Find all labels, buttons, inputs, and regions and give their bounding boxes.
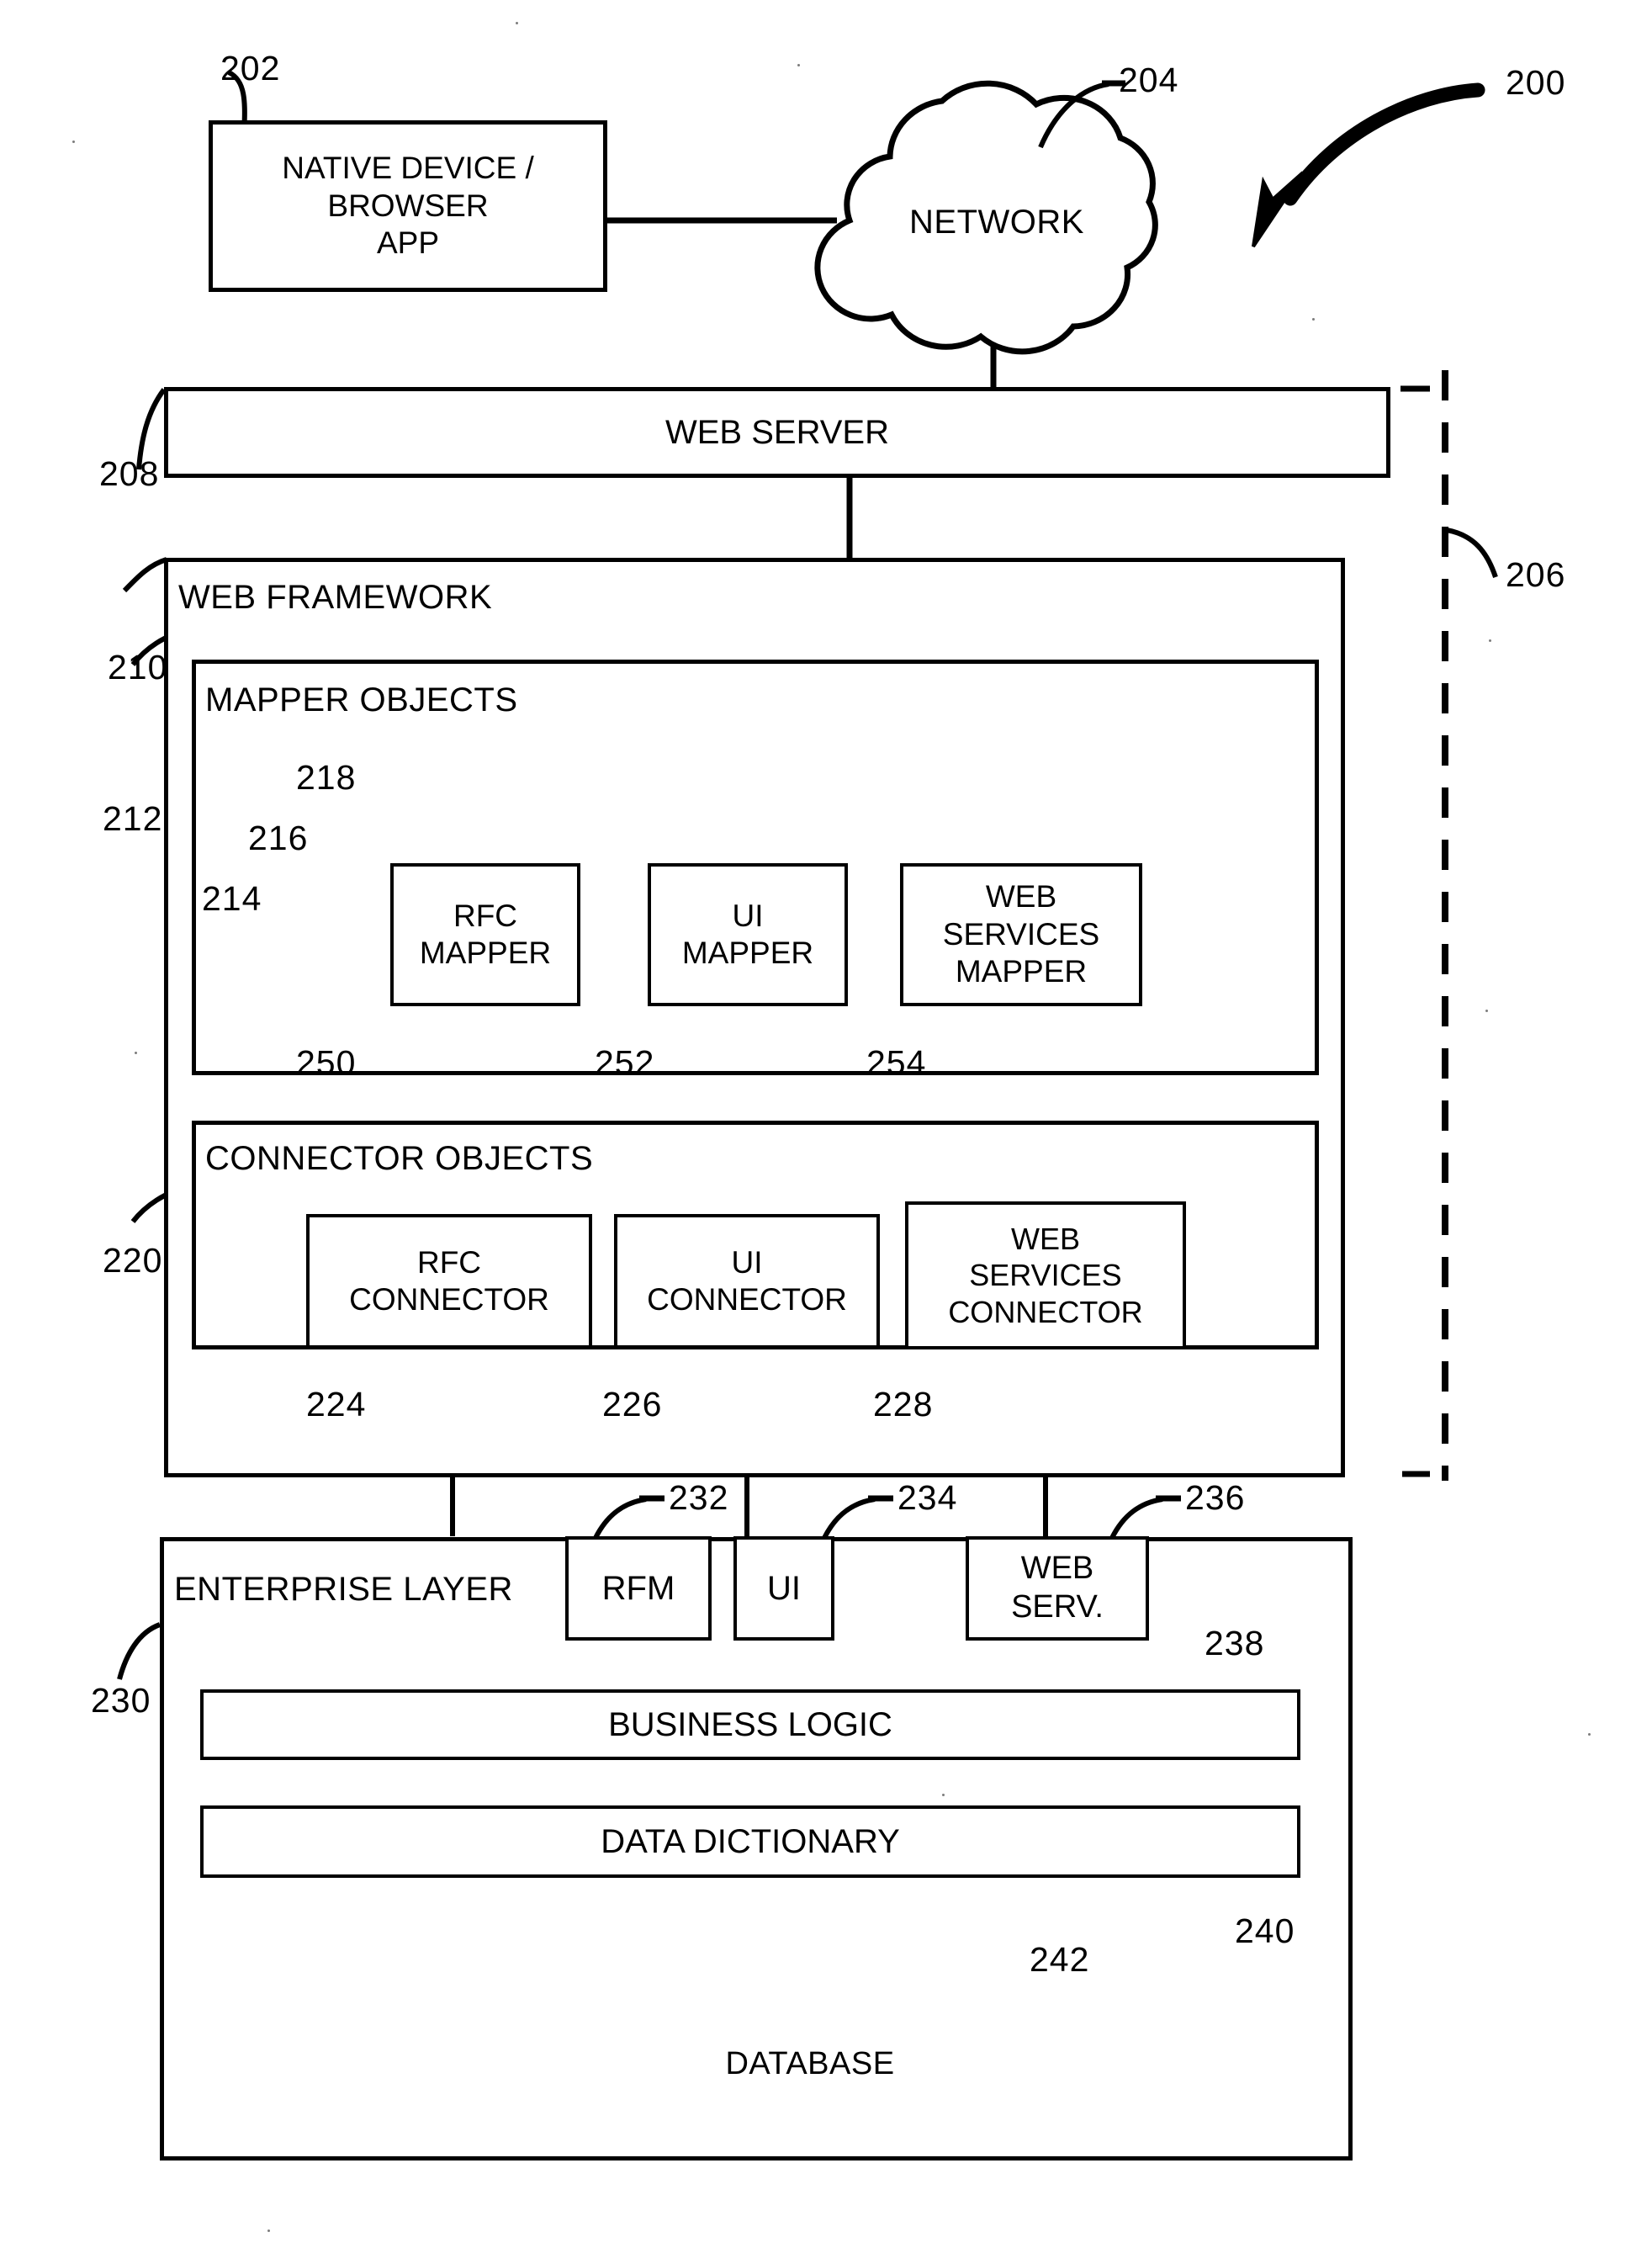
- ref-218: 218: [296, 758, 357, 797]
- ref-216: 216: [248, 819, 309, 857]
- web-server-label: WEB SERVER: [665, 414, 889, 451]
- web-services-connector-box: WEB SERVICES CONNECTOR: [905, 1201, 1186, 1349]
- ref-252: 252: [595, 1043, 655, 1082]
- leader-236: [1109, 1497, 1163, 1540]
- ref-208: 208: [99, 454, 160, 493]
- ui-connector-box: UI CONNECTOR: [614, 1214, 880, 1349]
- leader-234: [822, 1497, 876, 1540]
- ref-236: 236: [1185, 1478, 1246, 1517]
- leader-210: [122, 557, 167, 593]
- leader-206: [1446, 528, 1498, 578]
- rfm-label: RFM: [601, 1570, 675, 1607]
- ref-210: 210: [108, 648, 168, 687]
- rfc-connector-box: RFC CONNECTOR: [306, 1214, 592, 1349]
- ref-240: 240: [1235, 1911, 1295, 1950]
- web-framework-label: WEB FRAMEWORK: [178, 579, 493, 616]
- ref-200: 200: [1506, 63, 1566, 102]
- ref-238: 238: [1205, 1624, 1265, 1662]
- ref-228: 228: [873, 1385, 934, 1424]
- ref-206: 206: [1506, 555, 1566, 594]
- web-serv-label: WEB SERV.: [1011, 1551, 1104, 1625]
- ref-202: 202: [220, 49, 281, 87]
- figure-arrow-200: [1283, 82, 1485, 206]
- network-label: NETWORK: [909, 204, 1084, 241]
- ref-250: 250: [296, 1043, 357, 1082]
- ui-box: UI: [733, 1536, 834, 1641]
- ref-204: 204: [1119, 61, 1179, 99]
- ui-mapper-box: UI MAPPER: [648, 863, 848, 1006]
- business-logic-label: BUSINESS LOGIC: [608, 1706, 892, 1743]
- leader-232: [593, 1497, 647, 1540]
- web-server-box: WEB SERVER: [164, 387, 1390, 478]
- web-services-mapper-label: WEB SERVICES MAPPER: [942, 879, 1100, 989]
- ref-214: 214: [202, 879, 262, 918]
- ref-230: 230: [91, 1681, 151, 1720]
- ref-220: 220: [103, 1241, 163, 1280]
- native-device-browser-app-box: NATIVE DEVICE / BROWSER APP: [209, 120, 607, 292]
- ui-label: UI: [767, 1570, 801, 1607]
- leader-230: [117, 1622, 161, 1680]
- native-device-browser-app-label: NATIVE DEVICE / BROWSER APP: [282, 151, 534, 261]
- rfc-connector-label: RFC CONNECTOR: [349, 1244, 549, 1317]
- figure-arrow-head: [1252, 171, 1305, 248]
- enterprise-layer-label: ENTERPRISE LAYER: [174, 1571, 513, 1608]
- ref-254: 254: [866, 1043, 927, 1082]
- ref-226: 226: [602, 1385, 663, 1424]
- patent-figure-canvas: 200 202 NATIVE DEVICE / BROWSER APP 204 …: [0, 0, 1652, 2248]
- connector-objects-label: CONNECTOR OBJECTS: [205, 1140, 594, 1177]
- web-services-mapper-box: WEB SERVICES MAPPER: [900, 863, 1142, 1006]
- rfc-mapper-box: RFC MAPPER: [390, 863, 580, 1006]
- ref-212: 212: [103, 799, 163, 838]
- web-services-connector-label: WEB SERVICES CONNECTOR: [948, 1222, 1143, 1329]
- ref-242: 242: [1030, 1940, 1090, 1979]
- ref-234: 234: [897, 1478, 958, 1517]
- rfc-mapper-label: RFC MAPPER: [419, 898, 552, 970]
- mapper-objects-label: MAPPER OBJECTS: [205, 681, 518, 718]
- ref-232: 232: [669, 1478, 729, 1517]
- rfm-box: RFM: [565, 1536, 712, 1641]
- ui-mapper-label: UI MAPPER: [681, 898, 814, 970]
- ref-224: 224: [306, 1385, 367, 1424]
- data-dictionary-label: DATA DICTIONARY: [601, 1823, 900, 1860]
- web-serv-box: WEB SERV.: [966, 1536, 1149, 1641]
- business-logic-box: BUSINESS LOGIC: [200, 1689, 1300, 1760]
- ui-connector-label: UI CONNECTOR: [647, 1244, 847, 1317]
- data-dictionary-box: DATA DICTIONARY: [200, 1805, 1300, 1878]
- database-label: DATABASE: [725, 2046, 895, 2081]
